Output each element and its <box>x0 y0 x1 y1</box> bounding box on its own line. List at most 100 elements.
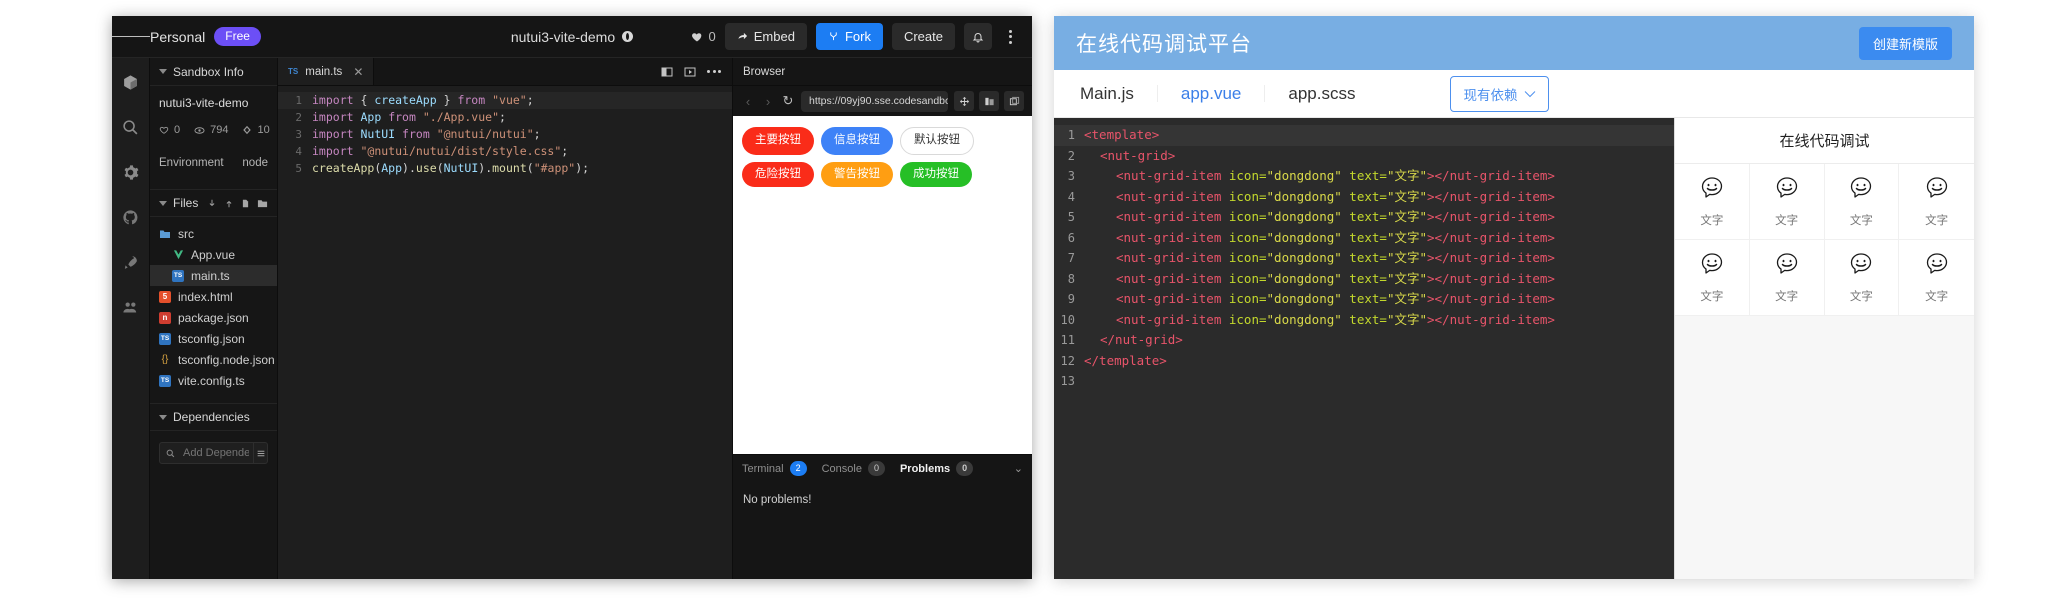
grid-item[interactable]: 文字 <box>1899 164 1974 240</box>
kebab-menu-icon[interactable] <box>1001 29 1020 44</box>
grid-item[interactable]: 文字 <box>1675 164 1750 240</box>
chevron-right-icon[interactable]: › <box>761 94 775 109</box>
nutui-button-default[interactable]: 默认按钮 <box>900 127 974 155</box>
file-row-tsconfig-node-json[interactable]: {} tsconfig.node.json <box>150 349 277 370</box>
browser-tools <box>954 91 1024 111</box>
grid-item-label: 文字 <box>1775 290 1799 303</box>
create-template-button[interactable]: 创建新模版 <box>1858 26 1952 60</box>
url-input[interactable]: https://09yj90.sse.codesandbox.io/ <box>801 90 948 112</box>
file-row-app-vue[interactable]: App.vue <box>150 244 277 265</box>
new-window-icon[interactable] <box>1004 91 1024 111</box>
platform-code-line: 1 <template> <box>1054 125 1674 146</box>
more-options-icon[interactable] <box>707 70 721 73</box>
nutui-button-primary[interactable]: 主要按钮 <box>742 127 814 155</box>
devtools-icon[interactable] <box>979 91 999 111</box>
create-button[interactable]: Create <box>891 23 955 50</box>
browser-bottom-panel: Terminal 2 Console 0 Problems 0 ⌄ No problems! <box>733 454 1032 579</box>
add-dependency-search[interactable] <box>159 442 268 464</box>
add-dependency-input[interactable] <box>179 447 254 459</box>
code-line-text: import App from "./App.vue"; <box>312 110 506 124</box>
split-editor-icon[interactable] <box>661 66 673 78</box>
dependency-select[interactable]: 现有依赖 <box>1450 75 1550 112</box>
screenshot-root: Personal Free nutui3-vite-demo 0 Embed F… <box>0 0 2062 610</box>
gear-icon[interactable] <box>121 162 141 182</box>
file-row-vite-config-ts[interactable]: TS vite.config.ts <box>150 370 277 391</box>
dependencies-header[interactable]: Dependencies <box>150 403 277 431</box>
chevron-down-icon[interactable]: ⌄ <box>1014 462 1023 475</box>
file-row-index-html[interactable]: 5 index.html <box>150 286 277 307</box>
close-icon[interactable]: ✕ <box>353 65 363 79</box>
bottom-panel-content: No problems! <box>743 494 812 506</box>
file-row-tsconfig-json[interactable]: TS tsconfig.json <box>150 328 277 349</box>
rocket-icon[interactable] <box>121 252 141 272</box>
dongdong-smiley-icon <box>1926 252 1947 274</box>
sandbox-cube-icon[interactable] <box>121 72 141 92</box>
nutui-button-danger[interactable]: 危险按钮 <box>742 161 814 187</box>
grid-item-label: 文字 <box>1925 214 1949 227</box>
fork-button[interactable]: Fork <box>815 23 883 50</box>
caret-icon <box>159 414 167 420</box>
nutui-button-warning[interactable]: 警告按钮 <box>821 161 893 187</box>
list-menu-icon[interactable] <box>253 443 267 463</box>
bottom-tab-console[interactable]: Console 0 <box>822 461 885 476</box>
code-line: 2 import App from "./App.vue"; <box>278 109 732 126</box>
platform-code-editor[interactable]: 1 <template> 2 <nut-grid> 3 <nut-grid-item ic… <box>1054 118 1674 579</box>
embed-button[interactable]: Embed <box>724 23 807 50</box>
editor-tab-main-ts[interactable]: TS main.ts ✕ <box>278 58 375 85</box>
line-number: 7 <box>1067 251 1075 265</box>
file-row-package-json[interactable]: n package.json <box>150 307 277 328</box>
bottom-tab-count: 2 <box>789 461 807 476</box>
code-editor[interactable]: 1 import { createApp } from "vue"; 2 import… <box>278 86 732 579</box>
upload-icon[interactable] <box>224 198 234 209</box>
tab-app-vue[interactable]: app.vue <box>1158 85 1266 102</box>
nutui-button-grid: 主要按钮 信息按钮 默认按钮危险按钮 警告按钮 成功按钮 <box>742 127 1023 187</box>
grid-item[interactable]: 文字 <box>1749 164 1825 240</box>
grid-item[interactable]: 文字 <box>1675 240 1750 316</box>
run-preview-icon[interactable] <box>684 66 696 78</box>
plan-badge[interactable]: Free <box>214 27 261 46</box>
platform-code-line: 10 <nut-grid-item icon="dongdong" text="文… <box>1054 310 1674 331</box>
like-counter[interactable]: 0 <box>691 29 716 44</box>
responsive-icon[interactable] <box>954 91 974 111</box>
grid-item[interactable]: 文字 <box>1824 164 1900 240</box>
grid-item[interactable]: 文字 <box>1899 240 1974 316</box>
new-file-icon[interactable] <box>241 198 250 209</box>
workspace-label[interactable]: Personal <box>150 29 205 45</box>
html-icon: 5 <box>159 290 171 303</box>
package-icon: n <box>159 311 171 324</box>
code-line: 4 import "@nutui/nutui/dist/style.css"; <box>278 143 732 160</box>
line-number: 2 <box>295 111 302 124</box>
bottom-tab-terminal[interactable]: Terminal 2 <box>742 461 807 476</box>
grid-item[interactable]: 文字 <box>1824 240 1900 316</box>
line-number: 5 <box>1067 210 1075 224</box>
dependencies-label: Dependencies <box>173 410 250 424</box>
file-row-src[interactable]: src <box>150 223 277 244</box>
stat-forks-value: 10 <box>257 124 270 136</box>
file-row-main-ts[interactable]: TS main.ts <box>150 265 277 286</box>
bottom-tab-problems[interactable]: Problems 0 <box>900 461 974 476</box>
hamburger-icon[interactable] <box>112 33 150 40</box>
tab-app-scss[interactable]: app.scss <box>1265 85 1378 102</box>
search-icon[interactable] <box>121 117 141 137</box>
nutui-button-info[interactable]: 信息按钮 <box>821 127 893 155</box>
sandbox-info-body: nutui3-vite-demo 0 794 10 <box>150 86 277 146</box>
new-folder-icon[interactable] <box>257 198 268 209</box>
reload-icon[interactable]: ↻ <box>781 93 795 109</box>
download-icon[interactable] <box>207 198 217 209</box>
file-label: App.vue <box>191 247 236 262</box>
grid-item[interactable]: 文字 <box>1749 240 1825 316</box>
github-icon[interactable] <box>121 207 141 227</box>
nutui-button-success[interactable]: 成功按钮 <box>900 161 972 187</box>
files-header[interactable]: Files <box>150 189 277 217</box>
dongdong-smiley-icon <box>1776 176 1797 198</box>
sandbox-info-header[interactable]: Sandbox Info <box>150 58 277 86</box>
bell-icon[interactable] <box>964 23 992 50</box>
code-line-text: <nut-grid-item icon="dongdong" text="文字"… <box>1116 209 1555 224</box>
chevron-left-icon[interactable]: ‹ <box>741 94 755 109</box>
code-line-text: <nut-grid-item icon="dongdong" text="文字"… <box>1116 229 1555 245</box>
file-tree: src App.vue TS main.ts 5 index.html n pa… <box>150 217 277 403</box>
line-number: 12 <box>1060 353 1075 368</box>
tab-main-js[interactable]: Main.js <box>1070 85 1158 102</box>
people-icon[interactable] <box>121 297 141 317</box>
code-line-text: createApp(App).use(NutUI).mount("#app"); <box>312 161 590 175</box>
